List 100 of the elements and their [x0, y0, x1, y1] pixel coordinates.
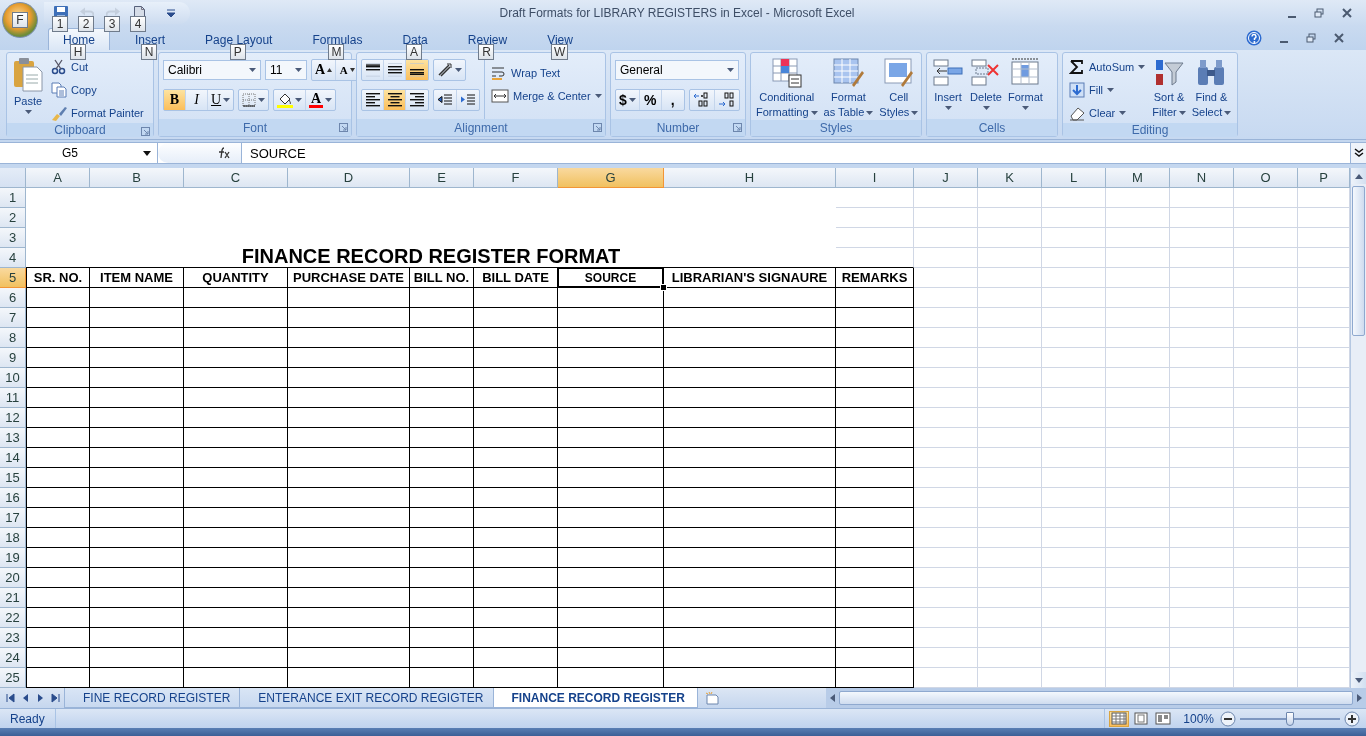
- column-header[interactable]: G: [558, 168, 664, 188]
- clear-button[interactable]: Clear: [1067, 102, 1148, 123]
- font-size-dropdown[interactable]: 11: [265, 60, 307, 80]
- table-cell[interactable]: [410, 488, 474, 508]
- table-cell[interactable]: [90, 608, 184, 628]
- paste-button[interactable]: Paste: [11, 56, 45, 123]
- row-header[interactable]: 21: [0, 588, 26, 608]
- table-cell[interactable]: [836, 588, 914, 608]
- insert-cells-button[interactable]: Insert: [931, 56, 965, 119]
- table-cell[interactable]: [664, 648, 836, 668]
- table-brush-button[interactable]: Format as Table: [822, 56, 875, 120]
- sheet-tab[interactable]: FINANCE RECORD REGISTER: [492, 688, 698, 708]
- dialog-launcher-icon[interactable]: [141, 127, 150, 136]
- table-cell[interactable]: [474, 628, 558, 648]
- fill-color-button[interactable]: [274, 90, 307, 110]
- table-cell[interactable]: [474, 428, 558, 448]
- table-cell[interactable]: [664, 308, 836, 328]
- number-format-dropdown[interactable]: General: [615, 60, 739, 80]
- table-cell[interactable]: [836, 308, 914, 328]
- table-cell[interactable]: [288, 628, 410, 648]
- table-cell[interactable]: [836, 288, 914, 308]
- table-cell[interactable]: [410, 448, 474, 468]
- table-cell[interactable]: [90, 488, 184, 508]
- table-cell[interactable]: [410, 328, 474, 348]
- table-cell[interactable]: [288, 508, 410, 528]
- table-cell[interactable]: [288, 448, 410, 468]
- column-header[interactable]: N: [1170, 168, 1234, 188]
- table-cell[interactable]: [288, 288, 410, 308]
- table-cell[interactable]: [90, 548, 184, 568]
- table-cell[interactable]: [410, 548, 474, 568]
- table-cell[interactable]: [90, 348, 184, 368]
- delete-cells-button[interactable]: Delete: [969, 56, 1003, 119]
- column-header[interactable]: L: [1042, 168, 1106, 188]
- table-cell[interactable]: [184, 588, 288, 608]
- table-cell[interactable]: [558, 308, 664, 328]
- table-cell[interactable]: [26, 608, 90, 628]
- table-cell[interactable]: [184, 628, 288, 648]
- table-cell[interactable]: [288, 488, 410, 508]
- table-cell[interactable]: [26, 628, 90, 648]
- table-cell[interactable]: [90, 388, 184, 408]
- table-cell[interactable]: [474, 348, 558, 368]
- table-cell[interactable]: [836, 508, 914, 528]
- merge-center-button[interactable]: Merge & Center: [489, 85, 604, 106]
- table-cell[interactable]: [664, 428, 836, 448]
- table-cell[interactable]: [90, 428, 184, 448]
- table-cell[interactable]: [184, 568, 288, 588]
- table-cell[interactable]: [90, 468, 184, 488]
- bold-button[interactable]: B: [164, 90, 186, 110]
- table-cell[interactable]: [474, 548, 558, 568]
- row-header[interactable]: 6: [0, 288, 26, 308]
- row-header[interactable]: 18: [0, 528, 26, 548]
- binoculars-button[interactable]: Find & Select: [1190, 56, 1233, 123]
- zoom-out-button[interactable]: [1220, 710, 1236, 727]
- table-cell[interactable]: [558, 648, 664, 668]
- table-cell[interactable]: [90, 408, 184, 428]
- column-header[interactable]: I: [836, 168, 914, 188]
- table-cell[interactable]: [474, 588, 558, 608]
- table-cell[interactable]: [664, 548, 836, 568]
- table-cell[interactable]: [184, 488, 288, 508]
- table-cell[interactable]: [836, 528, 914, 548]
- table-cell[interactable]: [288, 608, 410, 628]
- table-cell[interactable]: [474, 468, 558, 488]
- table-cell[interactable]: [410, 408, 474, 428]
- table-cell[interactable]: [836, 548, 914, 568]
- table-cell[interactable]: [664, 568, 836, 588]
- row-header[interactable]: 12: [0, 408, 26, 428]
- table-cell[interactable]: [288, 308, 410, 328]
- table-cell[interactable]: [558, 568, 664, 588]
- table-cell[interactable]: [558, 628, 664, 648]
- table-cell[interactable]: [90, 308, 184, 328]
- table-cell[interactable]: [664, 328, 836, 348]
- normal-view-button[interactable]: [1109, 710, 1130, 727]
- table-cell[interactable]: [664, 468, 836, 488]
- table-cell[interactable]: [26, 328, 90, 348]
- table-cell[interactable]: [558, 548, 664, 568]
- table-cell[interactable]: [184, 408, 288, 428]
- dialog-launcher-icon[interactable]: [733, 123, 742, 132]
- table-cell[interactable]: [26, 588, 90, 608]
- table-cell[interactable]: [410, 588, 474, 608]
- table-cell[interactable]: [474, 408, 558, 428]
- zoom-in-button[interactable]: [1344, 710, 1360, 727]
- column-header[interactable]: H: [664, 168, 836, 188]
- table-cell[interactable]: [90, 368, 184, 388]
- table-cell[interactable]: [26, 528, 90, 548]
- row-header[interactable]: 16: [0, 488, 26, 508]
- scroll-up-button[interactable]: [1351, 168, 1366, 184]
- table-cell[interactable]: [836, 328, 914, 348]
- table-cell[interactable]: [410, 308, 474, 328]
- table-cell[interactable]: [184, 608, 288, 628]
- row-header[interactable]: 19: [0, 548, 26, 568]
- table-cell[interactable]: [836, 468, 914, 488]
- table-cell[interactable]: [410, 608, 474, 628]
- percent-button[interactable]: %: [639, 90, 662, 110]
- grow-font-button[interactable]: A: [312, 60, 337, 80]
- italic-button[interactable]: I: [186, 90, 208, 110]
- column-header[interactable]: F: [474, 168, 558, 188]
- first-sheet-icon[interactable]: [6, 693, 15, 703]
- table-cell[interactable]: [474, 648, 558, 668]
- table-cell[interactable]: [90, 448, 184, 468]
- row-header[interactable]: 4: [0, 248, 26, 268]
